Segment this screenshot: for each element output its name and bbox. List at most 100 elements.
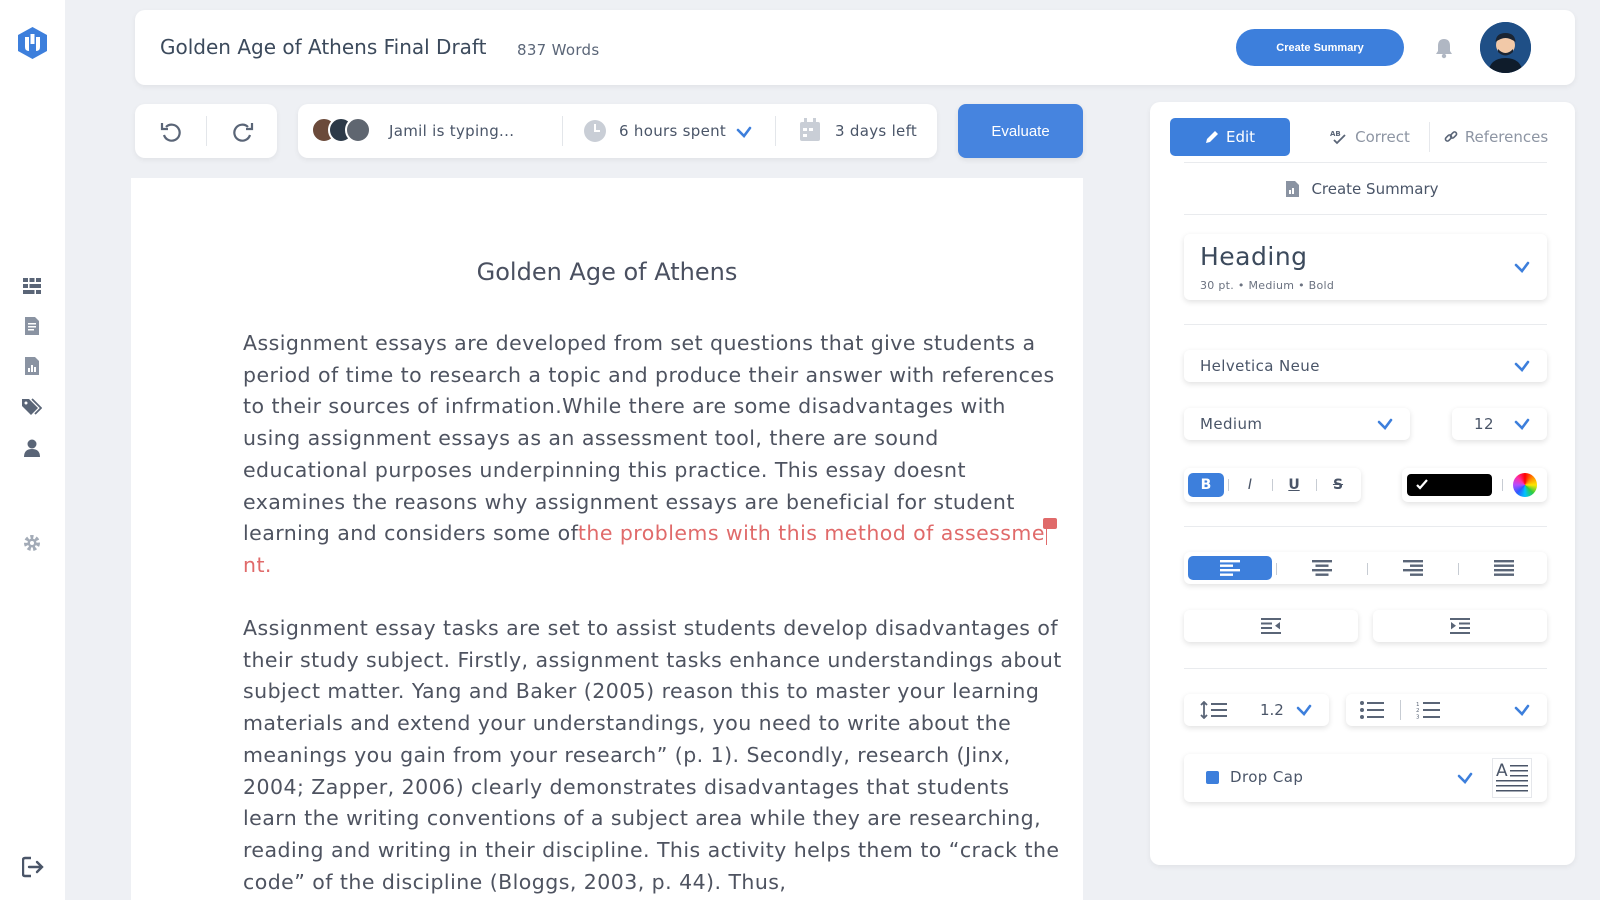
- tab-correct[interactable]: AB Correct: [1315, 118, 1425, 156]
- chevron-down-icon: [1514, 418, 1530, 430]
- collaborator-avatar[interactable]: [345, 117, 371, 143]
- undo-icon[interactable]: [158, 118, 184, 144]
- create-summary-button[interactable]: Create Summary: [1236, 29, 1404, 66]
- drop-cap-select[interactable]: Drop Cap A: [1184, 754, 1547, 802]
- divider: [1316, 479, 1317, 491]
- calendar-icon: [800, 118, 820, 141]
- style-meta: 30 pt. • Medium • Bold: [1200, 279, 1335, 292]
- svg-text:AB: AB: [1330, 130, 1341, 138]
- chevron-down-icon[interactable]: [1514, 704, 1530, 716]
- drop-cap-indicator: [1206, 771, 1219, 784]
- create-summary-label: Create Summary: [1311, 180, 1439, 198]
- divider: [1184, 668, 1547, 669]
- text-style-select[interactable]: Heading 30 pt. • Medium • Bold: [1184, 234, 1547, 300]
- drop-cap-label: Drop Cap: [1230, 768, 1304, 786]
- font-weight-value: Medium: [1200, 415, 1263, 433]
- time-spent: 6 hours spent: [619, 122, 727, 140]
- link-icon: [1444, 131, 1458, 142]
- line-height-select[interactable]: 1.2: [1184, 694, 1329, 726]
- chevron-down-icon[interactable]: [736, 126, 752, 138]
- tab-edit[interactable]: Edit: [1170, 118, 1290, 156]
- divider: [1458, 563, 1459, 575]
- tab-label: Edit: [1225, 128, 1256, 146]
- outdent-button[interactable]: [1184, 610, 1358, 642]
- document-page[interactable]: Golden Age of Athens Assignment essays a…: [131, 178, 1083, 900]
- bold-button[interactable]: B: [1188, 473, 1224, 497]
- divider: [1228, 479, 1229, 491]
- divider: [1184, 324, 1547, 325]
- divider: [1184, 162, 1547, 163]
- document-chart-icon[interactable]: [22, 356, 42, 376]
- check-icon: [1416, 479, 1428, 490]
- typing-status: Jamil is typing...: [389, 122, 515, 140]
- line-height-value: 1.2: [1260, 701, 1284, 719]
- svg-text:A: A: [1496, 761, 1508, 781]
- indent-icon: [1373, 610, 1547, 642]
- page-title[interactable]: Golden Age of Athens: [131, 258, 1083, 286]
- create-summary-link[interactable]: Create Summary: [1150, 174, 1575, 204]
- spellcheck-icon: AB: [1330, 130, 1346, 145]
- italic-button[interactable]: I: [1232, 473, 1268, 497]
- bell-icon[interactable]: [1433, 37, 1455, 59]
- divider: [206, 116, 207, 146]
- formatting-panel: Edit AB Correct References Create Summar…: [1150, 102, 1575, 865]
- divider: [1272, 479, 1273, 491]
- text-style-buttons: B I U S: [1184, 468, 1361, 502]
- font-family-select[interactable]: Helvetica Neue: [1184, 350, 1547, 382]
- align-center-icon[interactable]: [1280, 556, 1364, 580]
- user-avatar[interactable]: [1480, 22, 1531, 73]
- svg-text:2: 2: [1416, 708, 1420, 714]
- redo-icon[interactable]: [230, 118, 256, 144]
- divider: [1502, 479, 1503, 491]
- color-swatch[interactable]: [1407, 474, 1492, 496]
- divider: [1276, 563, 1277, 575]
- bullet-list-icon[interactable]: [1360, 701, 1384, 719]
- paragraph[interactable]: Assignment essay tasks are set to assist…: [243, 613, 1063, 898]
- underline-button[interactable]: U: [1276, 473, 1312, 497]
- list-style-group: 123: [1346, 694, 1547, 726]
- paragraph[interactable]: Assignment essays are developed from set…: [243, 328, 1063, 582]
- color-wheel-icon[interactable]: [1513, 473, 1537, 497]
- tags-icon[interactable]: [22, 397, 42, 417]
- dashboard-grid-icon[interactable]: [22, 276, 42, 296]
- highlighted-text-end[interactable]: nt.: [243, 553, 272, 577]
- align-right-icon[interactable]: [1371, 556, 1455, 580]
- pencil-icon: [1205, 131, 1218, 143]
- align-left-icon[interactable]: [1188, 556, 1272, 580]
- paragraph-text[interactable]: Assignment essays are developed from set…: [243, 331, 1055, 545]
- chevron-down-icon: [1377, 418, 1393, 430]
- app-logo[interactable]: [16, 26, 49, 60]
- divider: [1184, 214, 1547, 215]
- document-icon[interactable]: [22, 316, 42, 336]
- font-size-select[interactable]: 12: [1452, 408, 1547, 440]
- line-height-icon: [1200, 701, 1227, 719]
- user-icon[interactable]: [22, 438, 42, 458]
- chevron-down-icon: [1296, 704, 1312, 716]
- chevron-down-icon: [1514, 360, 1530, 372]
- logout-icon[interactable]: [22, 856, 44, 878]
- align-justify-icon[interactable]: [1462, 556, 1546, 580]
- divider: [562, 116, 563, 146]
- left-sidebar: [0, 0, 65, 900]
- tab-references[interactable]: References: [1432, 118, 1560, 156]
- clock-icon: [584, 120, 606, 142]
- indent-button[interactable]: [1373, 610, 1547, 642]
- undo-redo-group: [135, 104, 277, 158]
- font-family-value: Helvetica Neue: [1200, 357, 1320, 375]
- numbered-list-icon[interactable]: 123: [1416, 701, 1440, 719]
- font-size-value: 12: [1474, 415, 1494, 433]
- collaborator-avatars[interactable]: [311, 117, 375, 144]
- drop-cap-preview-icon: A: [1492, 758, 1532, 798]
- document-chart-icon: [1286, 181, 1300, 197]
- document-title[interactable]: Golden Age of Athens Final Draft: [160, 35, 486, 59]
- settings-icon[interactable]: [22, 533, 42, 553]
- font-weight-select[interactable]: Medium: [1184, 408, 1410, 440]
- top-header: Golden Age of Athens Final Draft 837 Wor…: [135, 10, 1575, 85]
- divider: [1184, 526, 1547, 527]
- evaluate-button[interactable]: Evaluate: [958, 104, 1083, 158]
- divider: [1429, 122, 1430, 152]
- chevron-down-icon: [1514, 261, 1530, 273]
- divider: [1400, 700, 1401, 720]
- strikethrough-button[interactable]: S: [1320, 473, 1356, 497]
- highlighted-text[interactable]: the problems with this method of assessm…: [578, 521, 1045, 545]
